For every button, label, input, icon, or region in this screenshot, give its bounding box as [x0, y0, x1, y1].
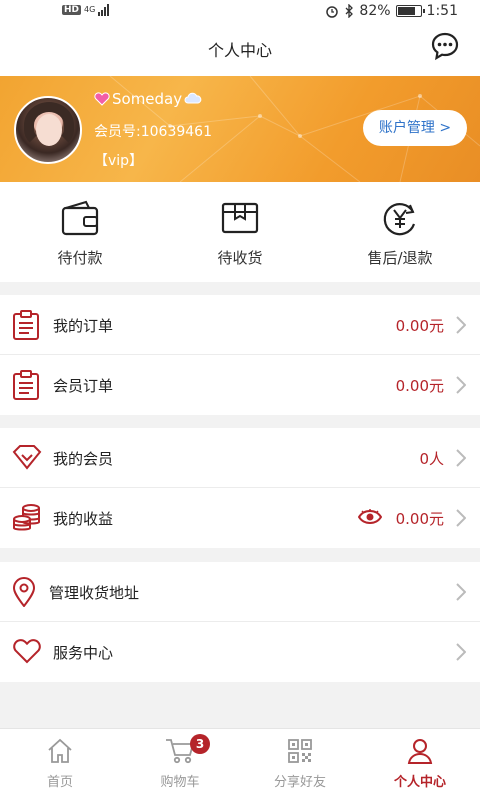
- clock: 1:51: [426, 3, 458, 19]
- my-orders-label: 我的订单: [53, 317, 114, 335]
- orders-group: 我的订单 0.00元 会员订单 0.00元: [0, 295, 480, 415]
- tab-pending-receipt[interactable]: 待收货: [180, 200, 300, 268]
- chevron-right-icon: [456, 316, 466, 334]
- tab-cart[interactable]: 3 购物车: [120, 734, 240, 790]
- home-icon: [48, 738, 72, 763]
- heart-icon: [13, 639, 41, 664]
- my-members-value: 0人: [419, 450, 444, 468]
- member-orders-label: 会员订单: [53, 377, 114, 395]
- address-label: 管理收货地址: [49, 584, 140, 602]
- hd-badge: HD: [62, 5, 82, 15]
- chevron-right-icon: [456, 376, 466, 394]
- tab-pending-payment-label: 待付款: [57, 249, 103, 267]
- cart-badge: 3: [190, 734, 210, 754]
- tab-share[interactable]: 分享好友: [240, 737, 360, 790]
- vip-badge: 【vip】: [94, 153, 144, 169]
- chevron-right-icon: [456, 583, 466, 601]
- member-orders-value: 0.00元: [395, 377, 444, 395]
- clipboard-icon: [13, 310, 39, 340]
- page-title: 个人中心: [207, 41, 272, 60]
- member-number: 会员号:10639461: [94, 124, 212, 140]
- tab-after-sales-label: 售后/退款: [367, 249, 433, 267]
- order-status-tabs: 待付款 待收货 售后/退款: [0, 182, 480, 282]
- tab-cart-label: 购物车: [160, 775, 200, 790]
- bottom-tab-bar: 首页 3 购物车 分享好友 个人中心: [0, 728, 480, 800]
- location-pin-icon: [12, 577, 36, 607]
- profile-banner: Someday 会员号:10639461 【vip】 账户管理 >: [0, 76, 480, 182]
- service-center-row[interactable]: 服务中心: [0, 622, 480, 682]
- chat-bubble-icon[interactable]: [430, 31, 460, 61]
- signal-icon: [98, 4, 110, 16]
- my-orders-value: 0.00元: [395, 317, 444, 335]
- avatar[interactable]: [14, 96, 82, 164]
- nickname-text: Someday: [112, 90, 183, 108]
- tab-home[interactable]: 首页: [0, 737, 120, 790]
- battery-percent: 82%: [359, 3, 391, 19]
- tab-share-label: 分享好友: [273, 775, 326, 790]
- tab-profile[interactable]: 个人中心: [360, 737, 480, 790]
- eye-icon[interactable]: [358, 509, 382, 525]
- my-members-label: 我的会员: [53, 450, 114, 468]
- chevron-right-icon: [456, 449, 466, 467]
- clipboard-icon: [13, 370, 39, 400]
- my-orders-row[interactable]: 我的订单 0.00元: [0, 295, 480, 355]
- my-members-row[interactable]: 我的会员 0人: [0, 428, 480, 488]
- cloud-icon: [184, 92, 202, 104]
- address-row[interactable]: 管理收货地址: [0, 562, 480, 622]
- qr-code-icon: [288, 739, 312, 763]
- coins-icon: [13, 504, 40, 531]
- members-group: 我的会员 0人 我的收益 0.00元: [0, 428, 480, 548]
- member-orders-row[interactable]: 会员订单 0.00元: [0, 355, 480, 415]
- network-type: 4G: [84, 5, 96, 14]
- pink-heart-icon: [94, 92, 110, 106]
- tab-home-label: 首页: [46, 775, 73, 790]
- battery-icon: [395, 5, 425, 17]
- account-manage-button[interactable]: 账户管理 >: [363, 110, 467, 146]
- tab-profile-label: 个人中心: [393, 775, 446, 790]
- service-center-label: 服务中心: [53, 644, 114, 662]
- my-earnings-value: 0.00元: [395, 510, 444, 528]
- wallet-icon: [61, 200, 99, 236]
- tab-pending-payment[interactable]: 待付款: [20, 200, 140, 268]
- my-earnings-label: 我的收益: [53, 510, 114, 528]
- status-bar: HD 4G 82% 1:51: [0, 0, 480, 24]
- yuan-refresh-icon: [383, 203, 416, 236]
- diamond-icon: [12, 445, 42, 470]
- chevron-right-icon: [456, 643, 466, 661]
- person-icon: [407, 739, 433, 764]
- nickname: Someday: [94, 90, 202, 108]
- service-group: 管理收货地址 服务中心: [0, 562, 480, 682]
- bluetooth-icon: [345, 4, 354, 18]
- package-icon: [221, 202, 259, 234]
- alarm-icon: [326, 6, 339, 18]
- tab-pending-receipt-label: 待收货: [217, 249, 263, 267]
- nav-bar: 个人中心: [0, 24, 480, 76]
- tab-after-sales[interactable]: 售后/退款: [340, 200, 460, 268]
- my-earnings-row[interactable]: 我的收益 0.00元: [0, 488, 480, 548]
- chevron-right-icon: [456, 509, 466, 527]
